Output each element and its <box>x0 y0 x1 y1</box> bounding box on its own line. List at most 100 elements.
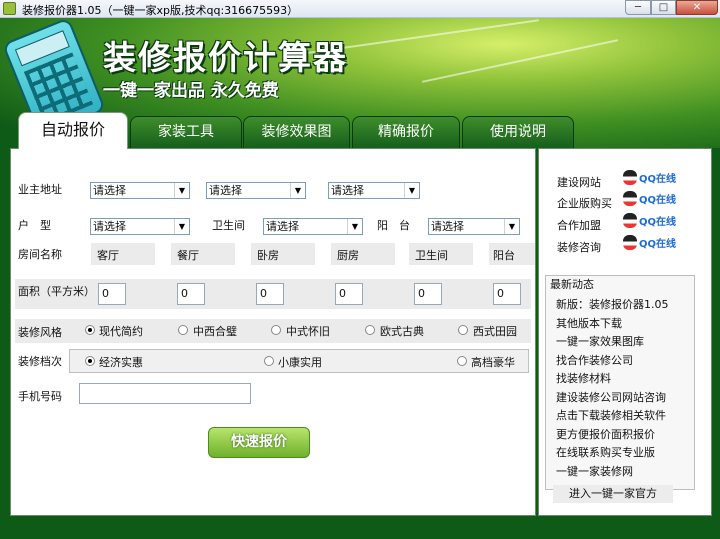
chevron-down-icon: ▼ <box>174 219 189 234</box>
room-name-cell: 厨房 <box>331 243 395 265</box>
qq-online-button[interactable]: QQ在线 <box>623 235 685 252</box>
news-link[interactable]: 在线联系购买专业版 <box>556 444 655 460</box>
contact-label: 装修咨询 <box>557 241 601 254</box>
style-option: 中式怀旧 <box>286 325 330 338</box>
qq-online-label: QQ在线 <box>639 239 677 250</box>
qq-penguin-icon <box>623 213 637 228</box>
news-box: 最新动态 新版：装修报价器1.05 其他版本下载 一键一家效果图库 找合作装修公… <box>545 275 695 490</box>
huxing-select-value: 请选择 <box>93 220 126 233</box>
area-input-livingroom[interactable]: 0 <box>98 283 126 305</box>
contact-label: 合作加盟 <box>557 219 601 232</box>
balcony-label: 阳 台 <box>377 219 410 232</box>
chevron-down-icon: ▼ <box>347 219 362 234</box>
qq-penguin-icon <box>623 235 637 250</box>
window-title: 装修报价器1.05（一键一家xp版,技术qq:316675593） <box>22 4 299 17</box>
chevron-down-icon: ▼ <box>404 183 419 198</box>
grade-radio-economic[interactable] <box>85 356 95 366</box>
tab-auto-quote[interactable]: 自动报价 <box>18 112 128 149</box>
chevron-down-icon: ▼ <box>504 219 519 234</box>
official-site-link[interactable]: 进入一键一家官方 <box>553 485 673 503</box>
quick-quote-button[interactable]: 快速报价 <box>208 427 310 458</box>
news-link[interactable]: 找装修材料 <box>556 370 611 386</box>
side-panel: 建设网站 QQ在线 企业版购买 QQ在线 合作加盟 QQ在线 装修咨询 QQ在线… <box>538 148 712 516</box>
tab-renderings[interactable]: 装修效果图 <box>243 116 350 148</box>
room-name: 卫生间 <box>415 249 448 262</box>
style-radio-european[interactable] <box>365 325 375 335</box>
news-link[interactable]: 建设装修公司网站咨询 <box>556 389 666 405</box>
room-name-cell: 阳台 <box>489 243 535 265</box>
title-bar: 装修报价器1.05（一键一家xp版,技术qq:316675593） ─ □ ✕ <box>0 0 720 18</box>
address-label: 业主地址 <box>18 183 62 196</box>
area-input-bathroom[interactable]: 0 <box>414 283 442 305</box>
area-label: 面积（平方米） <box>18 285 95 298</box>
room-name-cell: 卧房 <box>251 243 315 265</box>
app-icon <box>3 2 16 15</box>
balcony-select[interactable]: 请选择 ▼ <box>428 218 520 235</box>
grade-radio-practical[interactable] <box>264 356 274 366</box>
news-title: 最新动态 <box>550 278 594 291</box>
minimize-button[interactable]: ─ <box>625 0 651 15</box>
area-input-bedroom[interactable]: 0 <box>256 283 284 305</box>
contact-label: 建设网站 <box>557 176 601 189</box>
close-button[interactable]: ✕ <box>676 0 718 15</box>
grade-radio-luxury[interactable] <box>457 356 467 366</box>
banner-subtitle: 一键一家出品 永久免费 <box>103 81 279 101</box>
qq-online-label: QQ在线 <box>639 217 677 228</box>
room-name-label: 房间名称 <box>18 248 62 261</box>
district-select[interactable]: 请选择 ▼ <box>328 182 420 199</box>
grade-option: 经济实惠 <box>99 356 143 369</box>
news-link[interactable]: 一键一家装修网 <box>556 463 633 479</box>
room-name: 阳台 <box>493 249 515 262</box>
qq-penguin-icon <box>623 191 637 206</box>
contact-label: 企业版购买 <box>557 197 612 210</box>
style-radio-chinese[interactable] <box>271 325 281 335</box>
qq-online-button[interactable]: QQ在线 <box>623 170 685 187</box>
chevron-down-icon: ▼ <box>290 183 305 198</box>
grade-option: 高档豪华 <box>471 356 515 369</box>
tab-precise-quote[interactable]: 精确报价 <box>352 116 460 148</box>
news-link[interactable]: 找合作装修公司 <box>556 352 633 368</box>
tab-instructions[interactable]: 使用说明 <box>462 116 574 148</box>
room-name-cell: 卫生间 <box>409 243 473 265</box>
room-name-cell: 餐厅 <box>171 243 235 265</box>
room-name: 餐厅 <box>177 249 199 262</box>
grade-label: 装修档次 <box>18 355 62 368</box>
style-radio-pastoral[interactable] <box>458 325 468 335</box>
style-option: 欧式古典 <box>380 325 424 338</box>
area-input-balcony[interactable]: 0 <box>493 283 521 305</box>
style-option: 西式田园 <box>473 325 517 338</box>
news-link[interactable]: 一键一家效果图库 <box>556 333 644 349</box>
province-select[interactable]: 请选择 ▼ <box>90 182 190 199</box>
banner-title: 装修报价计算器 <box>103 38 348 77</box>
bathroom-label: 卫生间 <box>212 219 245 232</box>
area-input-kitchen[interactable]: 0 <box>335 283 363 305</box>
news-link[interactable]: 其他版本下载 <box>556 315 622 331</box>
news-link[interactable]: 新版：装修报价器1.05 <box>556 296 669 312</box>
qq-online-label: QQ在线 <box>639 174 677 185</box>
qq-online-button[interactable]: QQ在线 <box>623 191 685 208</box>
style-option: 现代简约 <box>99 325 143 338</box>
maximize-button[interactable]: □ <box>651 0 676 15</box>
app-window: 装修报价器1.05（一键一家xp版,技术qq:316675593） ─ □ ✕ … <box>0 0 720 539</box>
chevron-down-icon: ▼ <box>174 183 189 198</box>
qq-penguin-icon <box>623 170 637 185</box>
bathroom-select[interactable]: 请选择 ▼ <box>263 218 363 235</box>
style-option: 中西合璧 <box>193 325 237 338</box>
phone-input[interactable] <box>79 383 251 404</box>
news-link[interactable]: 点击下载装修相关软件 <box>556 407 666 423</box>
news-link[interactable]: 更方便报价面积报价 <box>556 426 655 442</box>
room-name: 客厅 <box>97 249 119 262</box>
phone-label: 手机号码 <box>18 390 62 403</box>
tab-home-tools[interactable]: 家装工具 <box>130 116 242 148</box>
area-input-dining[interactable]: 0 <box>177 283 205 305</box>
balcony-select-value: 请选择 <box>431 220 464 233</box>
room-name: 卧房 <box>257 249 279 262</box>
style-radio-fusion[interactable] <box>178 325 188 335</box>
style-radio-modern[interactable] <box>85 325 95 335</box>
grade-option: 小康实用 <box>278 356 322 369</box>
qq-online-button[interactable]: QQ在线 <box>623 213 685 230</box>
city-select-value: 请选择 <box>209 184 242 197</box>
city-select[interactable]: 请选择 ▼ <box>206 182 306 199</box>
district-select-value: 请选择 <box>331 184 364 197</box>
huxing-select[interactable]: 请选择 ▼ <box>90 218 190 235</box>
